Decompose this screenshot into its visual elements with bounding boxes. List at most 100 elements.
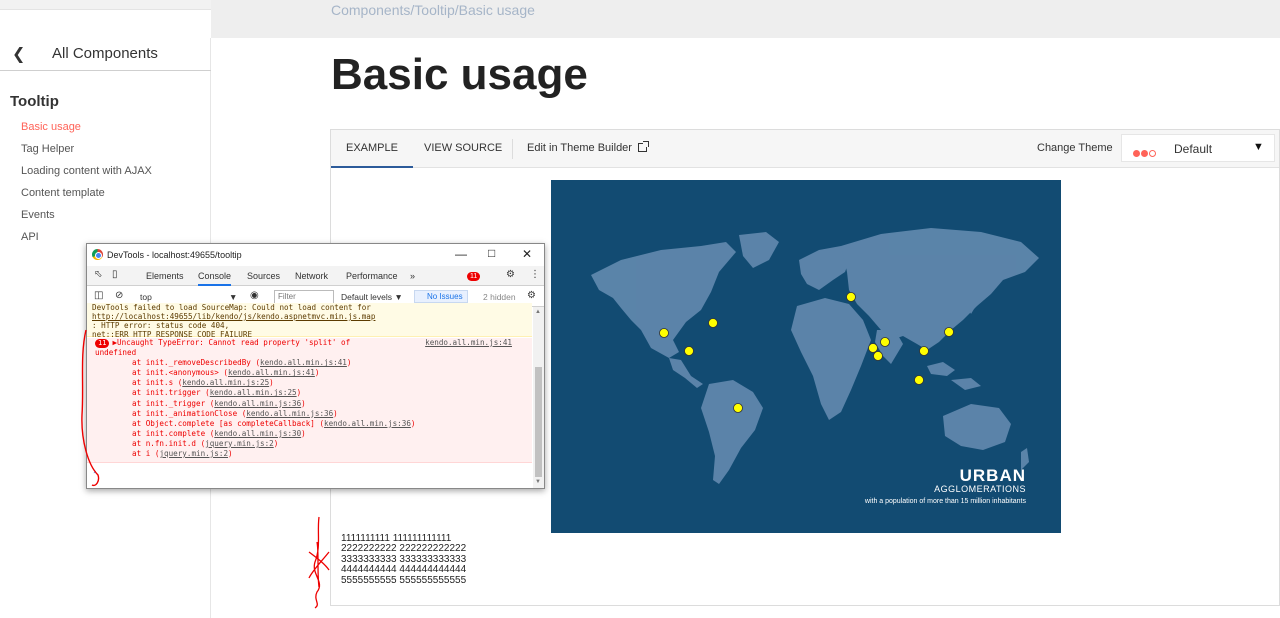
text-line: 5555555555 555555555555: [341, 574, 467, 586]
eye-icon[interactable]: ◉: [250, 290, 259, 301]
breadcrumb-current: Basic usage: [458, 2, 535, 18]
error-location-link[interactable]: kendo.all.min.js:41: [425, 338, 512, 348]
chevron-left-icon: ❮: [12, 46, 26, 63]
sidebar-nav: Basic usage Tag Helper Loading content w…: [21, 121, 152, 253]
stack-frame: at init.complete (kendo.all.min.js:30): [132, 428, 306, 438]
page-title: Basic usage: [331, 50, 588, 99]
error-counter[interactable]: 11: [467, 270, 483, 281]
city-marker: [868, 343, 878, 353]
map-title: URBAN: [959, 466, 1026, 485]
stack-frame-link[interactable]: kendo.all.min.js:25: [182, 378, 269, 387]
chrome-logo-icon: [92, 249, 103, 260]
stack-frame: at init._trigger (kendo.all.min.js:36): [132, 398, 306, 408]
breadcrumb-components[interactable]: Components: [331, 2, 410, 18]
console-warning: DevTools failed to load SourceMap: Could…: [87, 303, 532, 339]
inspect-element-icon[interactable]: ⬁: [94, 269, 102, 280]
console-prompt[interactable]: ›: [92, 467, 97, 477]
tab-performance[interactable]: Performance: [346, 271, 398, 281]
sidebar-item-tag-helper[interactable]: Tag Helper: [21, 143, 152, 165]
breadcrumb-tooltip[interactable]: Tooltip: [414, 2, 454, 18]
error-message[interactable]: ▶Uncaught TypeError: Cannot read propert…: [112, 338, 350, 347]
stack-frame-link[interactable]: kendo.all.min.js:41: [260, 358, 347, 367]
scroll-down-icon[interactable]: ▼: [535, 479, 541, 485]
error-repeat-count: 11: [95, 339, 110, 348]
stack-frame-link[interactable]: kendo.all.min.js:41: [228, 368, 315, 377]
breadcrumb: Components/Tooltip/Basic usage: [331, 2, 535, 18]
city-marker: [846, 292, 856, 302]
context-select[interactable]: top: [140, 292, 152, 302]
tab-sources[interactable]: Sources: [247, 271, 280, 281]
sidebar-item-content-template[interactable]: Content template: [21, 187, 152, 209]
stack-frame-link[interactable]: jquery.min.js:2: [159, 449, 228, 458]
scrollbar-thumb[interactable]: [535, 367, 542, 477]
tooltip-target-text: 1111111111 111111111111 2222222222 22222…: [341, 533, 467, 586]
tab-example[interactable]: EXAMPLE: [331, 130, 413, 168]
stack-frame-link[interactable]: jquery.min.js:2: [205, 439, 274, 448]
edit-in-theme-builder-link[interactable]: Edit in Theme Builder: [527, 130, 649, 168]
tab-console[interactable]: Console: [198, 271, 232, 286]
sidebar-toggle-icon[interactable]: ◫: [94, 290, 103, 301]
stack-frame-link[interactable]: kendo.all.min.js:25: [210, 388, 297, 397]
stack-frame: at init.s (kendo.all.min.js:25): [132, 378, 274, 388]
settings-gear-icon[interactable]: ⚙: [506, 269, 515, 280]
sidebar-item-events[interactable]: Events: [21, 209, 152, 231]
stack-frame-link[interactable]: kendo.all.min.js:30: [214, 429, 301, 438]
minimize-icon[interactable]: —: [455, 247, 467, 261]
more-tabs-button[interactable]: »: [410, 271, 415, 281]
city-marker: [659, 328, 669, 338]
devtools-tabs: ⬁ ▯ Elements Console Sources Network Per…: [87, 266, 544, 286]
city-marker: [944, 327, 954, 337]
issues-button[interactable]: No Issues: [414, 290, 468, 303]
city-marker: [873, 351, 883, 361]
tab-network[interactable]: Network: [295, 271, 328, 281]
clear-console-icon[interactable]: ⊘: [115, 290, 123, 301]
stack-frame-link[interactable]: kendo.all.min.js:36: [246, 409, 333, 418]
external-link-icon: [637, 141, 649, 152]
example-tabbar: EXAMPLE VIEW SOURCE Edit in Theme Builde…: [331, 130, 1279, 168]
tab-elements[interactable]: Elements: [146, 271, 184, 281]
console-settings-icon[interactable]: ⚙: [527, 290, 536, 301]
world-map: URBAN AGGLOMERATIONS with a population o…: [551, 180, 1061, 533]
city-marker: [708, 318, 718, 328]
tab-view-source[interactable]: VIEW SOURCE: [409, 130, 517, 168]
stack-frame-link[interactable]: kendo.all.min.js:36: [214, 399, 301, 408]
maximize-icon[interactable]: □: [488, 246, 495, 260]
console-error: 11 ▶Uncaught TypeError: Cannot read prope…: [87, 338, 532, 463]
issues-label: No Issues: [427, 292, 463, 301]
city-marker: [733, 403, 743, 413]
back-to-components[interactable]: ❮ All Components: [0, 38, 211, 71]
close-icon[interactable]: ✕: [522, 247, 532, 261]
sourcemap-link[interactable]: http://localhost:49655/lib/kendo/js/kend…: [92, 312, 375, 321]
more-menu-icon[interactable]: ⋮: [530, 269, 540, 280]
console-scrollbar[interactable]: ▲ ▼: [533, 307, 544, 488]
change-theme-label: Change Theme: [1037, 142, 1113, 154]
map-caption: with a population of more than 15 millio…: [864, 498, 1026, 505]
sidebar-section-title: Tooltip: [10, 93, 59, 110]
stack-frame: at Object.complete [as completeCallback]…: [132, 418, 416, 428]
levels-dropdown[interactable]: Default levels ▼: [341, 292, 403, 302]
theme-value: Default: [1174, 142, 1213, 156]
error-count-badge: 11: [467, 272, 481, 281]
stack-frame: at init._removeDescribedBy (kendo.all.mi…: [132, 358, 352, 368]
sidebar-item-basic-usage[interactable]: Basic usage: [21, 121, 152, 143]
hidden-count: 2 hidden: [483, 292, 516, 302]
context-dropdown-arrow[interactable]: ▼: [229, 292, 237, 302]
theme-dropdown[interactable]: Default ▼: [1121, 134, 1275, 162]
city-marker: [919, 346, 929, 356]
stack-frame: at init.<anonymous> (kendo.all.min.js:41…: [132, 368, 320, 378]
stack-frame-link[interactable]: kendo.all.min.js:36: [324, 419, 411, 428]
theme-swatch-icon: [1133, 144, 1157, 162]
map-subtitle: AGGLOMERATIONS: [934, 484, 1026, 494]
devtools-window: DevTools - localhost:49655/tooltip — □ ✕…: [86, 243, 545, 489]
tab-divider: [512, 139, 513, 159]
city-marker: [880, 337, 890, 347]
stack-frame: at i (jquery.min.js:2): [132, 449, 233, 459]
devtools-title: DevTools - localhost:49655/tooltip: [107, 250, 242, 260]
console-output: DevTools failed to load SourceMap: Could…: [87, 303, 532, 488]
scroll-up-icon[interactable]: ▲: [535, 309, 541, 315]
sidebar-item-ajax[interactable]: Loading content with AJAX: [21, 165, 152, 187]
stack-frame: at init.trigger (kendo.all.min.js:25): [132, 388, 302, 398]
devtools-titlebar[interactable]: DevTools - localhost:49655/tooltip — □ ✕: [87, 244, 544, 266]
filter-input[interactable]: Filter: [274, 290, 334, 304]
device-toolbar-icon[interactable]: ▯: [112, 269, 118, 280]
